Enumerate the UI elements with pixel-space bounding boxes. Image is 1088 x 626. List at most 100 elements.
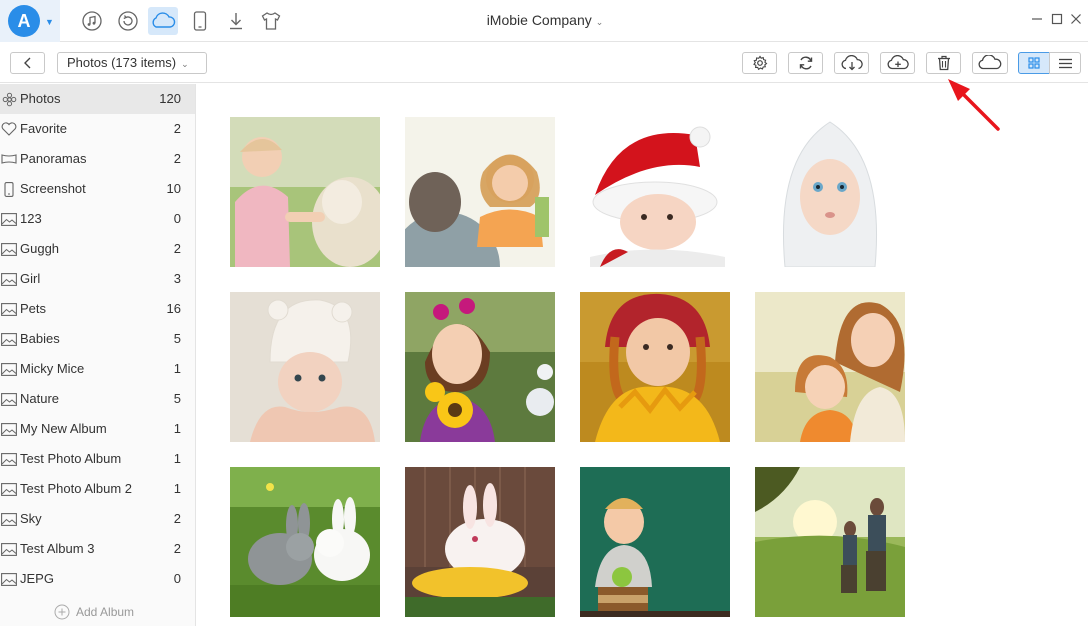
sidebar-item-screenshot[interactable]: Screenshot 10 [0,174,195,204]
album-icon [1,451,17,467]
photo-thumbnail[interactable] [230,467,380,617]
sidebar-item-count: 2 [173,511,181,526]
sidebar-item-label: Screenshot [20,181,86,196]
photo-thumbnail[interactable] [755,467,905,617]
sidebar-item-count: 10 [166,181,181,196]
add-content-button[interactable] [880,52,915,74]
sidebar-item-album[interactable]: Nature 5 [0,384,195,414]
sidebar-item-photos[interactable]: Photos 120 [0,84,195,114]
sidebar-item-count: 3 [173,271,181,286]
photo-grid [197,84,1088,626]
maximize-icon[interactable] [1049,11,1065,27]
download-icon[interactable] [221,7,251,35]
restore-icon[interactable] [113,7,143,35]
sidebar-item-label: Sky [20,511,42,526]
panorama-icon [1,151,17,167]
device-selector[interactable]: iMobie Company ⌄ [440,12,650,28]
tshirt-icon[interactable] [256,7,286,35]
sidebar-item-album[interactable]: JEPG 0 [0,564,195,594]
sidebar-item-count: 2 [173,121,181,136]
album-icon [1,541,17,557]
app-logo-menu[interactable]: A ▼ [0,0,60,42]
photo-thumbnail[interactable] [755,292,905,442]
trash-icon [937,55,950,71]
grid-view-icon [1028,57,1040,69]
photo-thumbnail[interactable] [755,117,905,267]
album-icon [1,271,17,287]
sidebar-item-album[interactable]: Sky 2 [0,504,195,534]
sidebar-item-album[interactable]: Test Photo Album 2 1 [0,474,195,504]
delete-button[interactable] [926,52,961,74]
sidebar-item-favorite[interactable]: Favorite 2 [0,114,195,144]
sidebar-item-label: Nature [20,391,60,406]
close-icon[interactable] [1068,11,1084,27]
sidebar-item-count: 5 [173,331,181,346]
cloud-download-icon [841,55,863,71]
minimize-icon[interactable] [1029,11,1045,27]
sidebar-item-album[interactable]: Test Photo Album 1 [0,444,195,474]
download-to-computer-button[interactable] [834,52,869,74]
back-button[interactable] [10,52,45,74]
phone-icon [1,181,17,197]
sidebar-item-album[interactable]: Test Album 3 2 [0,534,195,564]
photo-thumbnail[interactable] [230,117,380,267]
sidebar-item-label: Test Photo Album [20,451,122,466]
category-dropdown[interactable]: Photos (173 items) ⌄ [57,52,207,74]
photo-thumbnail[interactable] [405,467,555,617]
album-icon [1,571,17,587]
add-album-button[interactable]: Add Album [54,604,134,620]
photo-thumbnail[interactable] [405,292,555,442]
anytrans-logo: A [8,5,40,37]
album-icon [1,481,17,497]
album-icon [1,211,17,227]
sidebar-item-label: Test Album 3 [20,541,95,556]
cloud-icon[interactable] [148,7,178,35]
photo-thumbnail[interactable] [580,292,730,442]
cloud-upload-icon [887,55,909,70]
flower-icon [1,91,17,107]
sidebar-item-album[interactable]: Guggh 2 [0,234,195,264]
list-view-button[interactable] [1049,52,1081,74]
sidebar-item-count: 1 [173,361,181,376]
sidebar-item-album[interactable]: My New Album 1 [0,414,195,444]
photo-thumbnail[interactable] [405,117,555,267]
plus-circle-icon [54,604,70,620]
heart-icon [1,121,17,137]
sidebar-item-album[interactable]: Girl 3 [0,264,195,294]
photo-thumbnail[interactable] [230,292,380,442]
sidebar-item-label: 123 [20,211,42,226]
sidebar-item-count: 5 [173,391,181,406]
list-view-icon [1058,58,1072,68]
sidebar-item-label: Micky Mice [20,361,85,376]
icloud-button[interactable] [972,52,1008,74]
chevron-left-icon [23,57,30,69]
chevron-down-icon[interactable]: ▼ [45,17,55,27]
album-icon [1,301,17,317]
sidebar-item-count: 1 [173,481,181,496]
sidebar-item-album[interactable]: Babies 5 [0,324,195,354]
refresh-button[interactable] [788,52,823,74]
sidebar-item-label: JEPG [20,571,54,586]
phone-icon[interactable] [185,7,215,35]
sidebar-item-count: 0 [173,571,181,586]
sidebar-item-label: Photos [20,91,61,106]
sidebar-item-album[interactable]: Micky Mice 1 [0,354,195,384]
album-icon [1,421,17,437]
sidebar-item-label: Girl [20,271,41,286]
sidebar-item-count: 2 [173,241,181,256]
album-icon [1,331,17,347]
sidebar-item-album[interactable]: 123 0 [0,204,195,234]
grid-view-button[interactable] [1018,52,1050,74]
annotation-arrow-icon [948,79,1000,131]
settings-button[interactable] [742,52,777,74]
sidebar-item-album[interactable]: Pets 16 [0,294,195,324]
sidebar-item-panoramas[interactable]: Panoramas 2 [0,144,195,174]
photo-thumbnail[interactable] [580,467,730,617]
sidebar-item-count: 1 [173,451,181,466]
chevron-down-icon: ⌄ [595,17,604,27]
music-icon[interactable] [77,7,107,35]
sidebar-item-label: Babies [20,331,60,346]
album-icon [1,241,17,257]
photo-thumbnail[interactable] [580,117,730,267]
sidebar-item-count: 120 [159,91,181,106]
